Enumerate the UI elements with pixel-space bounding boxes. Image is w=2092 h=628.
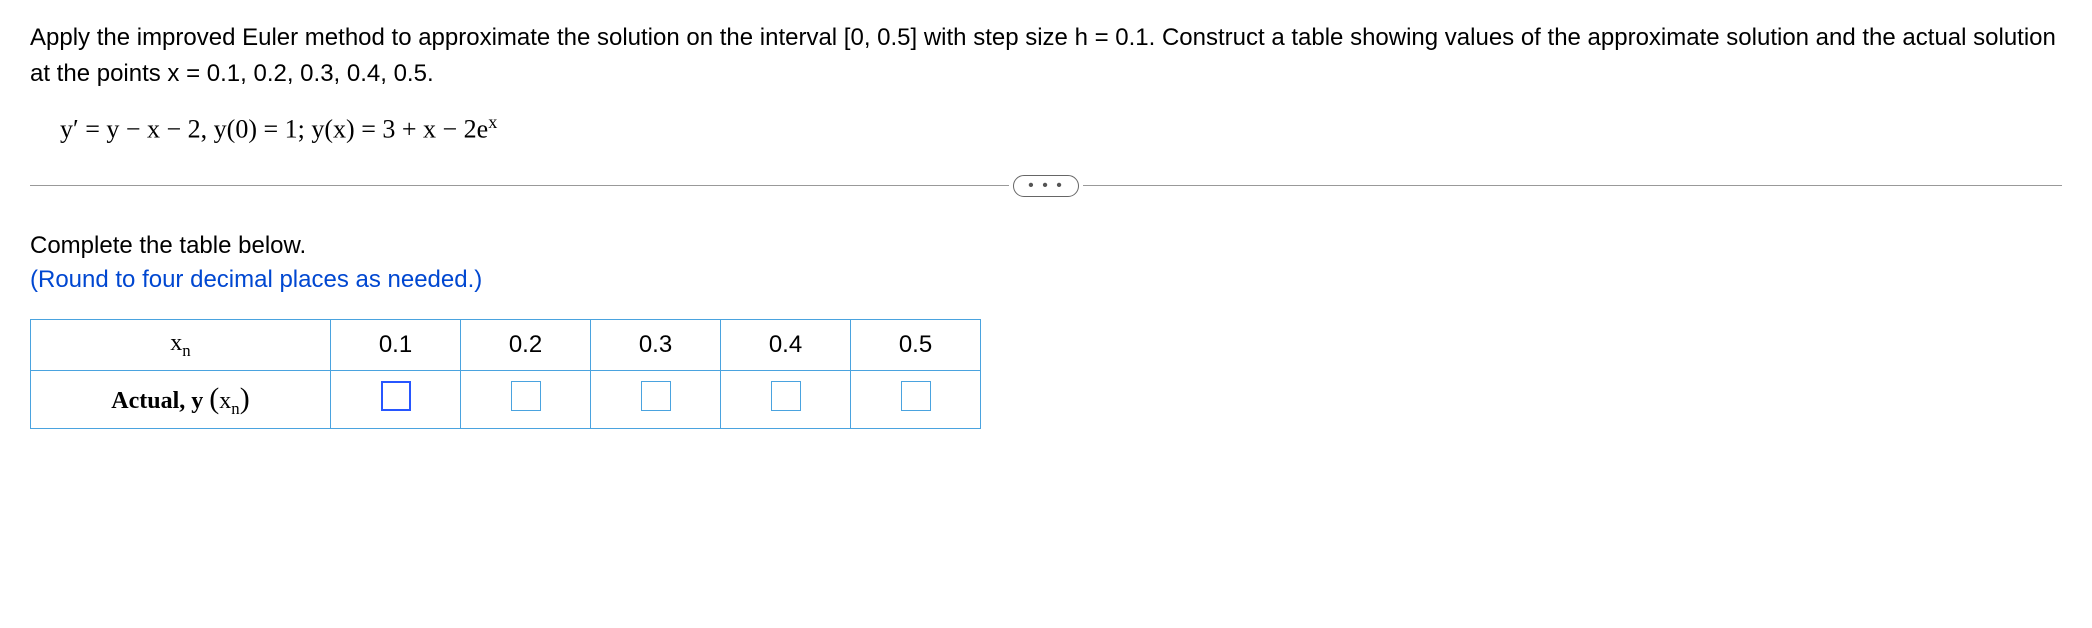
table-actual-row: Actual, y (xn) bbox=[31, 371, 981, 429]
header-col-2: 0.2 bbox=[461, 319, 591, 371]
answer-input-5[interactable] bbox=[901, 381, 931, 411]
header-col-4: 0.4 bbox=[721, 319, 851, 371]
more-options-button[interactable]: • • • bbox=[1013, 175, 1079, 197]
section-divider: • • • bbox=[30, 175, 2062, 197]
actual-row-label: Actual, y (xn) bbox=[31, 371, 331, 429]
equation-body: y′ = y − x − 2, y(0) = 1; y(x) = 3 + x −… bbox=[60, 115, 488, 144]
actual-label-text: Actual, y bbox=[111, 388, 203, 414]
header-n-sub: n bbox=[182, 340, 190, 359]
answer-input-3[interactable] bbox=[641, 381, 671, 411]
header-col-5: 0.5 bbox=[851, 319, 981, 371]
divider-line-right bbox=[1083, 185, 2062, 186]
header-xn-label: xn bbox=[31, 319, 331, 371]
answer-input-2[interactable] bbox=[511, 381, 541, 411]
complete-instruction: Complete the table below. bbox=[30, 232, 2062, 260]
equation: y′ = y − x − 2, y(0) = 1; y(x) = 3 + x −… bbox=[60, 112, 2062, 145]
input-cell-2 bbox=[461, 371, 591, 429]
header-col-3: 0.3 bbox=[591, 319, 721, 371]
actual-n-sub: n bbox=[231, 398, 239, 417]
actual-x: x bbox=[219, 388, 231, 414]
answer-input-1[interactable] bbox=[381, 381, 411, 411]
rounding-note: (Round to four decimal places as needed.… bbox=[30, 266, 2062, 294]
paren-open: ( bbox=[209, 382, 219, 415]
input-cell-1 bbox=[331, 371, 461, 429]
paren-close: ) bbox=[240, 382, 250, 415]
table-header-row: xn 0.1 0.2 0.3 0.4 0.5 bbox=[31, 319, 981, 371]
header-x: x bbox=[170, 330, 182, 356]
solution-table: xn 0.1 0.2 0.3 0.4 0.5 Actual, y (xn) bbox=[30, 319, 981, 430]
header-col-1: 0.1 bbox=[331, 319, 461, 371]
equation-exponent: x bbox=[488, 112, 497, 132]
input-cell-4 bbox=[721, 371, 851, 429]
input-cell-5 bbox=[851, 371, 981, 429]
input-cell-3 bbox=[591, 371, 721, 429]
answer-input-4[interactable] bbox=[771, 381, 801, 411]
problem-statement: Apply the improved Euler method to appro… bbox=[30, 20, 2062, 92]
divider-line-left bbox=[30, 185, 1009, 186]
